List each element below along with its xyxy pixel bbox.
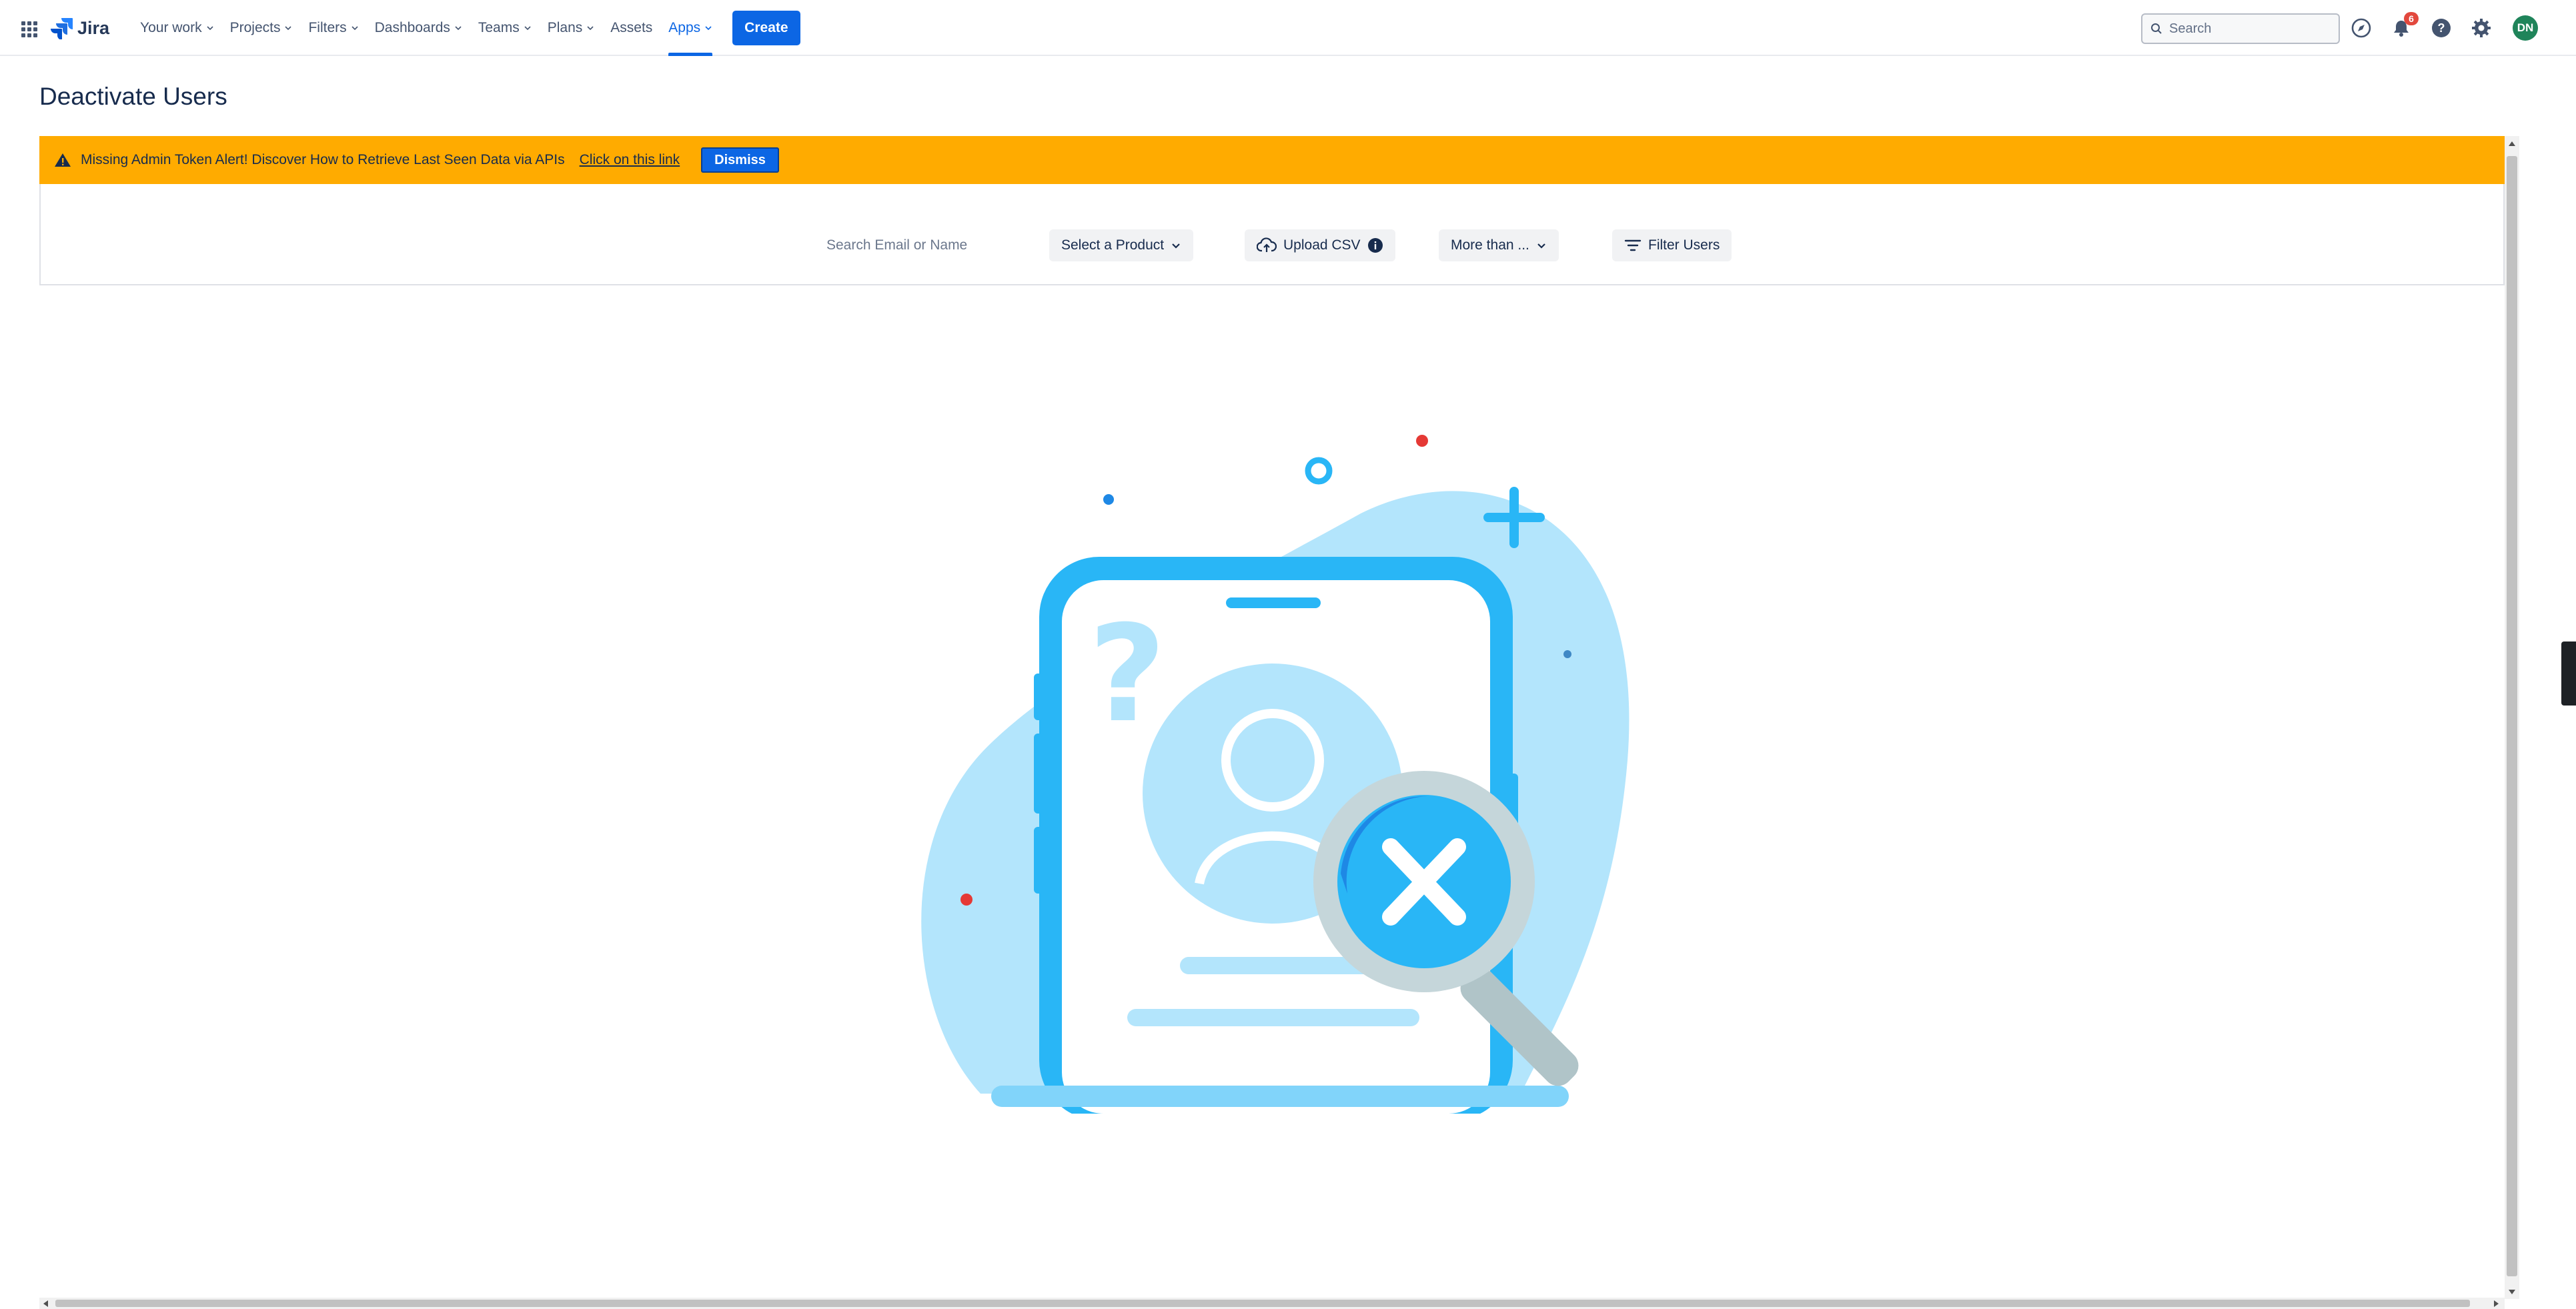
alert-link[interactable]: Click on this link xyxy=(580,152,680,168)
chevron-down-icon xyxy=(285,26,292,31)
dismiss-button[interactable]: Dismiss xyxy=(701,147,779,173)
nav-apps[interactable]: Apps xyxy=(660,0,720,56)
chevron-down-icon xyxy=(455,26,462,31)
side-panel-handle[interactable] xyxy=(2561,641,2576,706)
nav-teams[interactable]: Teams xyxy=(470,0,540,56)
nav-label: Your work xyxy=(140,20,202,35)
scrollbar-thumb[interactable] xyxy=(2507,156,2517,1276)
product-select[interactable]: Select a Product xyxy=(1049,229,1194,261)
decor-ring xyxy=(1305,457,1333,485)
inactivity-period-label: More than ... xyxy=(1451,237,1529,253)
filter-users-button[interactable]: Filter Users xyxy=(1612,229,1732,261)
chevron-down-icon xyxy=(1537,243,1545,249)
upload-csv-button[interactable]: Upload CSV xyxy=(1245,229,1395,261)
settings-icon[interactable] xyxy=(2469,16,2493,40)
notifications-button[interactable]: 6 xyxy=(2389,12,2419,40)
global-search[interactable] xyxy=(2141,13,2340,44)
question-mark: ? xyxy=(1089,597,1166,752)
decor-dot xyxy=(1103,494,1114,505)
compass-icon[interactable] xyxy=(2349,16,2373,40)
upload-csv-label: Upload CSV xyxy=(1283,237,1361,253)
chevron-down-icon xyxy=(352,26,358,31)
primary-nav: Your work Projects Filters Dashboards Te… xyxy=(132,0,800,56)
decor-dot xyxy=(1563,650,1571,658)
nav-dashboards[interactable]: Dashboards xyxy=(367,0,470,56)
decor-dot xyxy=(1416,435,1428,447)
nav-label: Filters xyxy=(308,20,347,35)
inactivity-period-select[interactable]: More than ... xyxy=(1439,229,1559,261)
nav-label: Teams xyxy=(478,20,520,35)
nav-label: Dashboards xyxy=(374,20,450,35)
create-button[interactable]: Create xyxy=(732,11,800,45)
chevron-down-icon xyxy=(207,26,213,31)
page-title: Deactivate Users xyxy=(39,83,227,110)
logo-text: Jira xyxy=(77,17,110,38)
nav-plans[interactable]: Plans xyxy=(540,0,603,56)
warning-icon xyxy=(55,153,71,167)
nav-projects[interactable]: Projects xyxy=(222,0,301,56)
nav-label: Plans xyxy=(547,20,583,35)
product-select-label: Select a Product xyxy=(1061,237,1165,253)
scrollbar-thumb[interactable] xyxy=(55,1300,2470,1307)
avatar[interactable]: DN xyxy=(2513,15,2538,41)
chevron-down-icon xyxy=(1172,243,1180,249)
nav-label: Projects xyxy=(229,20,281,35)
scroll-down-icon[interactable] xyxy=(2509,1290,2515,1294)
filter-icon xyxy=(1624,239,1642,251)
empty-state-illustration: ? xyxy=(921,435,1630,1114)
jira-logo-icon xyxy=(51,18,73,39)
nav-filters[interactable]: Filters xyxy=(300,0,366,56)
info-icon[interactable] xyxy=(1367,237,1383,253)
alert-message: Missing Admin Token Alert! Discover How … xyxy=(81,152,565,167)
nav-label: Assets xyxy=(610,20,653,35)
search-icon xyxy=(2151,23,2162,34)
top-navigation: Jira Your work Projects Filters Dashboar… xyxy=(0,0,2576,56)
chevron-down-icon xyxy=(524,26,531,31)
scroll-right-icon[interactable] xyxy=(2494,1300,2499,1307)
nav-assets[interactable]: Assets xyxy=(602,0,660,56)
cloud-upload-icon xyxy=(1257,237,1277,252)
jira-logo[interactable]: Jira xyxy=(51,15,109,41)
nav-your-work[interactable]: Your work xyxy=(132,0,222,56)
app-switcher-icon[interactable] xyxy=(20,20,39,39)
nav-label: Apps xyxy=(668,20,701,35)
filter-users-label: Filter Users xyxy=(1648,237,1720,253)
admin-token-alert: Missing Admin Token Alert! Discover How … xyxy=(39,136,2505,184)
scroll-up-icon[interactable] xyxy=(2509,141,2515,146)
help-icon[interactable]: ? xyxy=(2429,16,2453,40)
search-input[interactable] xyxy=(2169,21,2323,37)
horizontal-scrollbar[interactable] xyxy=(39,1298,2505,1309)
decor-dot xyxy=(960,894,973,906)
filter-toolbar: Select a Product Upload CSV More than ..… xyxy=(39,184,2505,285)
vertical-scrollbar[interactable] xyxy=(2505,136,2519,1299)
scroll-left-icon[interactable] xyxy=(43,1300,48,1307)
user-search-input[interactable] xyxy=(826,232,993,259)
chevron-down-icon xyxy=(587,26,594,31)
svg-text:?: ? xyxy=(2438,21,2445,35)
chevron-down-icon xyxy=(705,26,712,31)
notification-badge: 6 xyxy=(2404,12,2419,25)
